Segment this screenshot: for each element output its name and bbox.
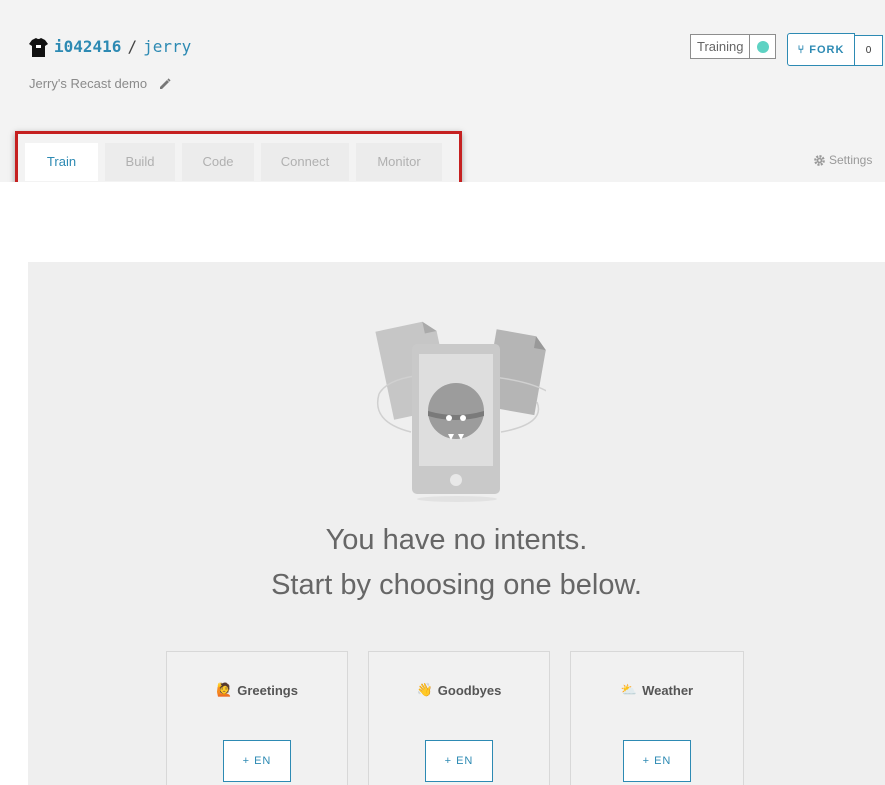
tab-connect[interactable]: Connect: [261, 143, 349, 181]
card-title: 👋 Goodbyes: [369, 682, 549, 698]
card-title-text: Weather: [642, 682, 694, 698]
training-indicator: [750, 35, 775, 58]
user-avatar-icon[interactable]: [29, 36, 48, 57]
main-tabs: Train Build Code Connect Monitor: [25, 143, 449, 181]
empty-state-subtitle: Start by choosing one below.: [271, 569, 642, 601]
tab-build[interactable]: Build: [105, 143, 175, 181]
intents-panel: You have no intents. Start by choosing o…: [28, 262, 885, 785]
owner-link[interactable]: i042416: [54, 37, 121, 56]
settings-link[interactable]: Settings: [813, 153, 872, 167]
waving-hand-icon: 👋: [416, 682, 433, 697]
add-en-button[interactable]: + EN: [623, 740, 691, 782]
card-title-text: Greetings: [237, 682, 298, 698]
settings-label: Settings: [829, 153, 873, 167]
intent-card-goodbyes: 👋 Goodbyes + EN: [368, 651, 550, 785]
page-header: i042416 / jerry Jerry's Recast demo Trai…: [0, 0, 885, 191]
path-separator: /: [127, 37, 138, 56]
empty-state-illustration: [375, 321, 546, 502]
card-title-text: Goodbyes: [437, 682, 502, 698]
add-en-button[interactable]: + EN: [223, 740, 291, 782]
card-title: 🙋 Greetings: [167, 682, 347, 698]
description-text: Jerry's Recast demo: [29, 76, 148, 91]
card-title: ⛅ Weather: [571, 682, 743, 698]
gear-icon: [814, 154, 825, 166]
fork-icon: ⑂: [797, 43, 806, 56]
training-status[interactable]: Training: [690, 34, 777, 59]
intent-card-greetings: 🙋 Greetings + EN: [166, 651, 348, 785]
fork-count: 0: [855, 35, 883, 66]
repo-breadcrumb: i042416 / jerry: [29, 36, 191, 57]
fork-label: FORK: [809, 43, 845, 56]
raising-hand-icon: 🙋: [216, 682, 233, 697]
status-dot-icon: [756, 40, 769, 53]
repo-link[interactable]: jerry: [143, 37, 191, 56]
pencil-icon[interactable]: [159, 77, 171, 90]
fork-group: ⑂ FORK 0: [787, 33, 883, 66]
bot-description: Jerry's Recast demo: [29, 76, 171, 91]
empty-state-title: You have no intents.: [325, 524, 588, 556]
tab-monitor[interactable]: Monitor: [356, 143, 442, 181]
add-en-button[interactable]: + EN: [425, 740, 493, 782]
training-label: Training: [691, 35, 751, 58]
cloud-sun-icon: ⛅: [620, 682, 638, 697]
tab-code[interactable]: Code: [182, 143, 254, 181]
tab-train[interactable]: Train: [25, 143, 98, 181]
fork-button[interactable]: ⑂ FORK: [787, 33, 855, 66]
intent-card-weather: ⛅ Weather + EN: [570, 651, 744, 785]
